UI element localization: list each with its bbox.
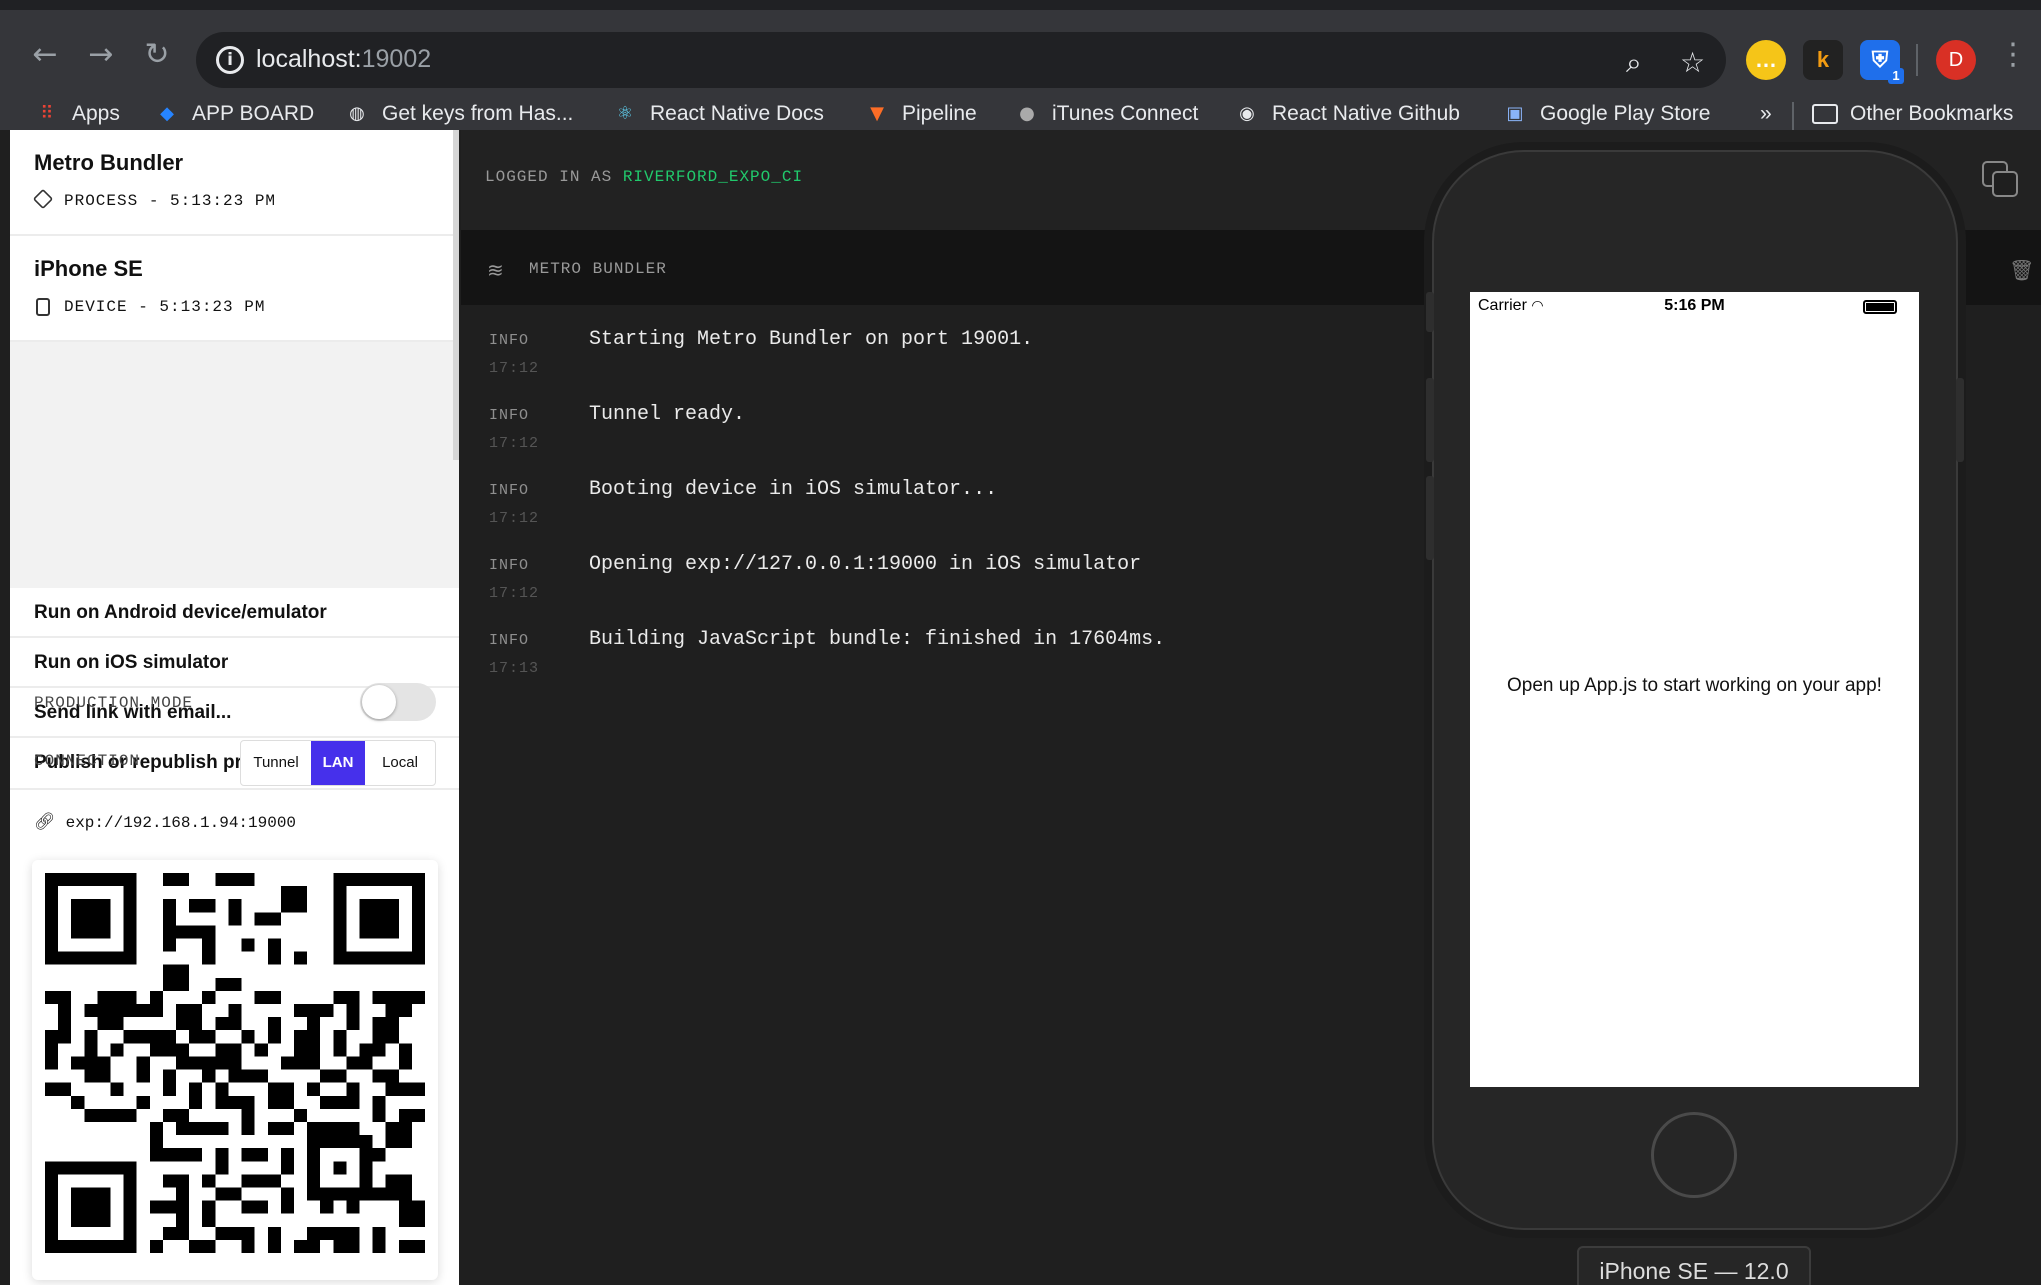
sidebar-empty-area: [10, 342, 459, 588]
bookmark-get-keys[interactable]: ◍ Get keys from Has...: [344, 94, 573, 134]
log-time: 17:12: [489, 435, 540, 452]
log-level: INFO: [489, 557, 530, 574]
power-button: [1956, 378, 1964, 462]
volume-down-button: [1426, 476, 1434, 560]
apple-icon: ●: [1019, 103, 1035, 124]
log-time: 17:12: [489, 585, 540, 602]
qr-card: [32, 860, 438, 1280]
home-button[interactable]: [1651, 1112, 1737, 1198]
app-text: Open up App.js to start working on your …: [1507, 675, 1882, 696]
exp-url-row[interactable]: 🔗︎ exp://192.168.1.94:19000: [34, 812, 296, 832]
link-icon: 🔗︎: [34, 812, 56, 832]
qr-code: [45, 873, 425, 1253]
image-icon: ▣: [1506, 103, 1524, 124]
device-label: iPhone SE — 12.0: [1577, 1246, 1811, 1285]
mute-switch: [1426, 292, 1434, 332]
profile-avatar[interactable]: D: [1936, 40, 1976, 80]
connection-selector: Tunnel LAN Local: [240, 740, 436, 786]
log-level: INFO: [489, 332, 530, 349]
chat-extension-icon[interactable]: …: [1746, 40, 1786, 80]
forward-arrow-icon[interactable]: →: [84, 38, 118, 72]
jira-diamond-icon: ◆: [160, 103, 174, 124]
url-port: 19002: [361, 45, 432, 73]
log-message: Booting device in iOS simulator...: [589, 478, 998, 501]
bookmarks-divider: [1792, 102, 1794, 130]
phone-icon: [36, 298, 50, 316]
folder-icon: [1812, 104, 1838, 124]
k-extension-icon[interactable]: k: [1803, 40, 1843, 80]
menu-dots-icon[interactable]: ⋮: [1996, 38, 2030, 72]
gitlab-fox-icon: ▼: [870, 103, 884, 124]
process-title: Metro Bundler: [34, 150, 184, 175]
log-level: INFO: [489, 632, 530, 649]
connection-tunnel[interactable]: Tunnel: [241, 741, 311, 785]
log-time: 17:12: [489, 510, 540, 527]
star-icon[interactable]: ☆: [1680, 46, 1705, 79]
sidebar-scrollbar[interactable]: [453, 130, 459, 460]
extension-badge: 1: [1888, 68, 1904, 84]
bookmark-react-native-github[interactable]: ◉ React Native Github: [1234, 94, 1460, 134]
connection-label: CONNECTION: [34, 752, 141, 770]
log-message: Tunnel ready.: [589, 403, 746, 426]
production-mode-label: PRODUCTION MODE: [34, 694, 194, 712]
log-level: INFO: [489, 482, 530, 499]
toolbar-divider: [1916, 44, 1918, 76]
address-bar[interactable]: i localhost:19002 ⌕ ☆: [196, 32, 1726, 88]
copy-windows-icon[interactable]: [1981, 160, 2021, 200]
device-card[interactable]: iPhone SE DEVICE - 5:13:23 PM: [10, 236, 459, 342]
run-android-button[interactable]: Run on Android device/emulator: [10, 588, 459, 638]
logged-in-text: LOGGED IN AS RIVERFORD_EXPO_CI: [485, 168, 804, 186]
toolbar: ← → ↻ i localhost:19002 ⌕ ☆ … k ⛨ 1 D ⋮: [0, 20, 2041, 90]
log-title: METRO BUNDLER: [529, 260, 667, 278]
react-atom-icon: ⚛: [616, 103, 634, 124]
sidebar: Metro Bundler PROCESS - 5:13:23 PM iPhon…: [10, 130, 459, 1285]
globe-icon: ◍: [349, 103, 365, 124]
device-title: iPhone SE: [34, 256, 143, 281]
log-level: INFO: [489, 407, 530, 424]
logged-in-user: RIVERFORD_EXPO_CI: [622, 168, 804, 186]
volume-up-button: [1426, 378, 1434, 462]
cube-icon: [32, 188, 54, 210]
zoom-icon[interactable]: ⌕: [1626, 46, 1642, 80]
back-arrow-icon[interactable]: ←: [28, 38, 62, 72]
process-subtitle: PROCESS - 5:13:23 PM: [64, 192, 277, 210]
status-clock: 5:16 PM: [1664, 297, 1725, 314]
connection-local[interactable]: Local: [365, 741, 435, 785]
production-mode-toggle[interactable]: [360, 683, 436, 721]
exp-url: exp://192.168.1.94:19000: [65, 814, 297, 832]
log-message: Starting Metro Bundler on port 19001.: [589, 328, 1034, 351]
run-ios-button[interactable]: Run on iOS simulator: [10, 638, 459, 688]
process-card[interactable]: Metro Bundler PROCESS - 5:13:23 PM: [10, 130, 459, 236]
status-bar: Carrier ◠ 5:16 PM: [1470, 292, 1919, 322]
browser-chrome: ← → ↻ i localhost:19002 ⌕ ☆ … k ⛨ 1 D ⋮ ⠿…: [0, 0, 2041, 130]
bookmark-google-play-store[interactable]: ▣ Google Play Store: [1502, 94, 1710, 134]
bookmark-react-native-docs[interactable]: ⚛ React Native Docs: [612, 94, 824, 134]
log-time: 17:12: [489, 360, 540, 377]
device-subtitle: DEVICE - 5:13:23 PM: [64, 298, 266, 316]
github-icon: ◉: [1239, 103, 1255, 124]
shield-extension-icon[interactable]: ⛨ 1: [1860, 40, 1904, 84]
connection-lan[interactable]: LAN: [311, 741, 365, 785]
bookmark-app-board[interactable]: ◆ APP BOARD: [154, 94, 314, 134]
battery-icon: [1863, 300, 1897, 314]
trash-icon[interactable]: 🗑︎: [2009, 258, 2034, 282]
log-time: 17:13: [489, 660, 540, 677]
info-icon[interactable]: i: [216, 46, 244, 74]
bookmark-apps[interactable]: ⠿ Apps: [34, 94, 119, 134]
reload-icon[interactable]: ↻: [140, 38, 174, 72]
toggle-knob: [362, 685, 396, 719]
bookmark-itunes-connect[interactable]: ● iTunes Connect: [1014, 94, 1198, 134]
apps-grid-icon: ⠿: [40, 103, 54, 124]
layers-icon: ≋: [487, 258, 504, 282]
bookmarks-more-button[interactable]: »: [1760, 94, 1772, 134]
log-message: Building JavaScript bundle: finished in …: [589, 628, 1166, 651]
bookmark-other-bookmarks[interactable]: Other Bookmarks: [1812, 94, 2013, 134]
url-host: localhost:: [256, 45, 362, 73]
simulator-screen[interactable]: Carrier ◠ 5:16 PM Open up App.js to star…: [1470, 292, 1919, 1087]
log-message: Opening exp://127.0.0.1:19000 in iOS sim…: [589, 553, 1142, 576]
bookmark-pipeline[interactable]: ▼ Pipeline: [864, 94, 977, 134]
